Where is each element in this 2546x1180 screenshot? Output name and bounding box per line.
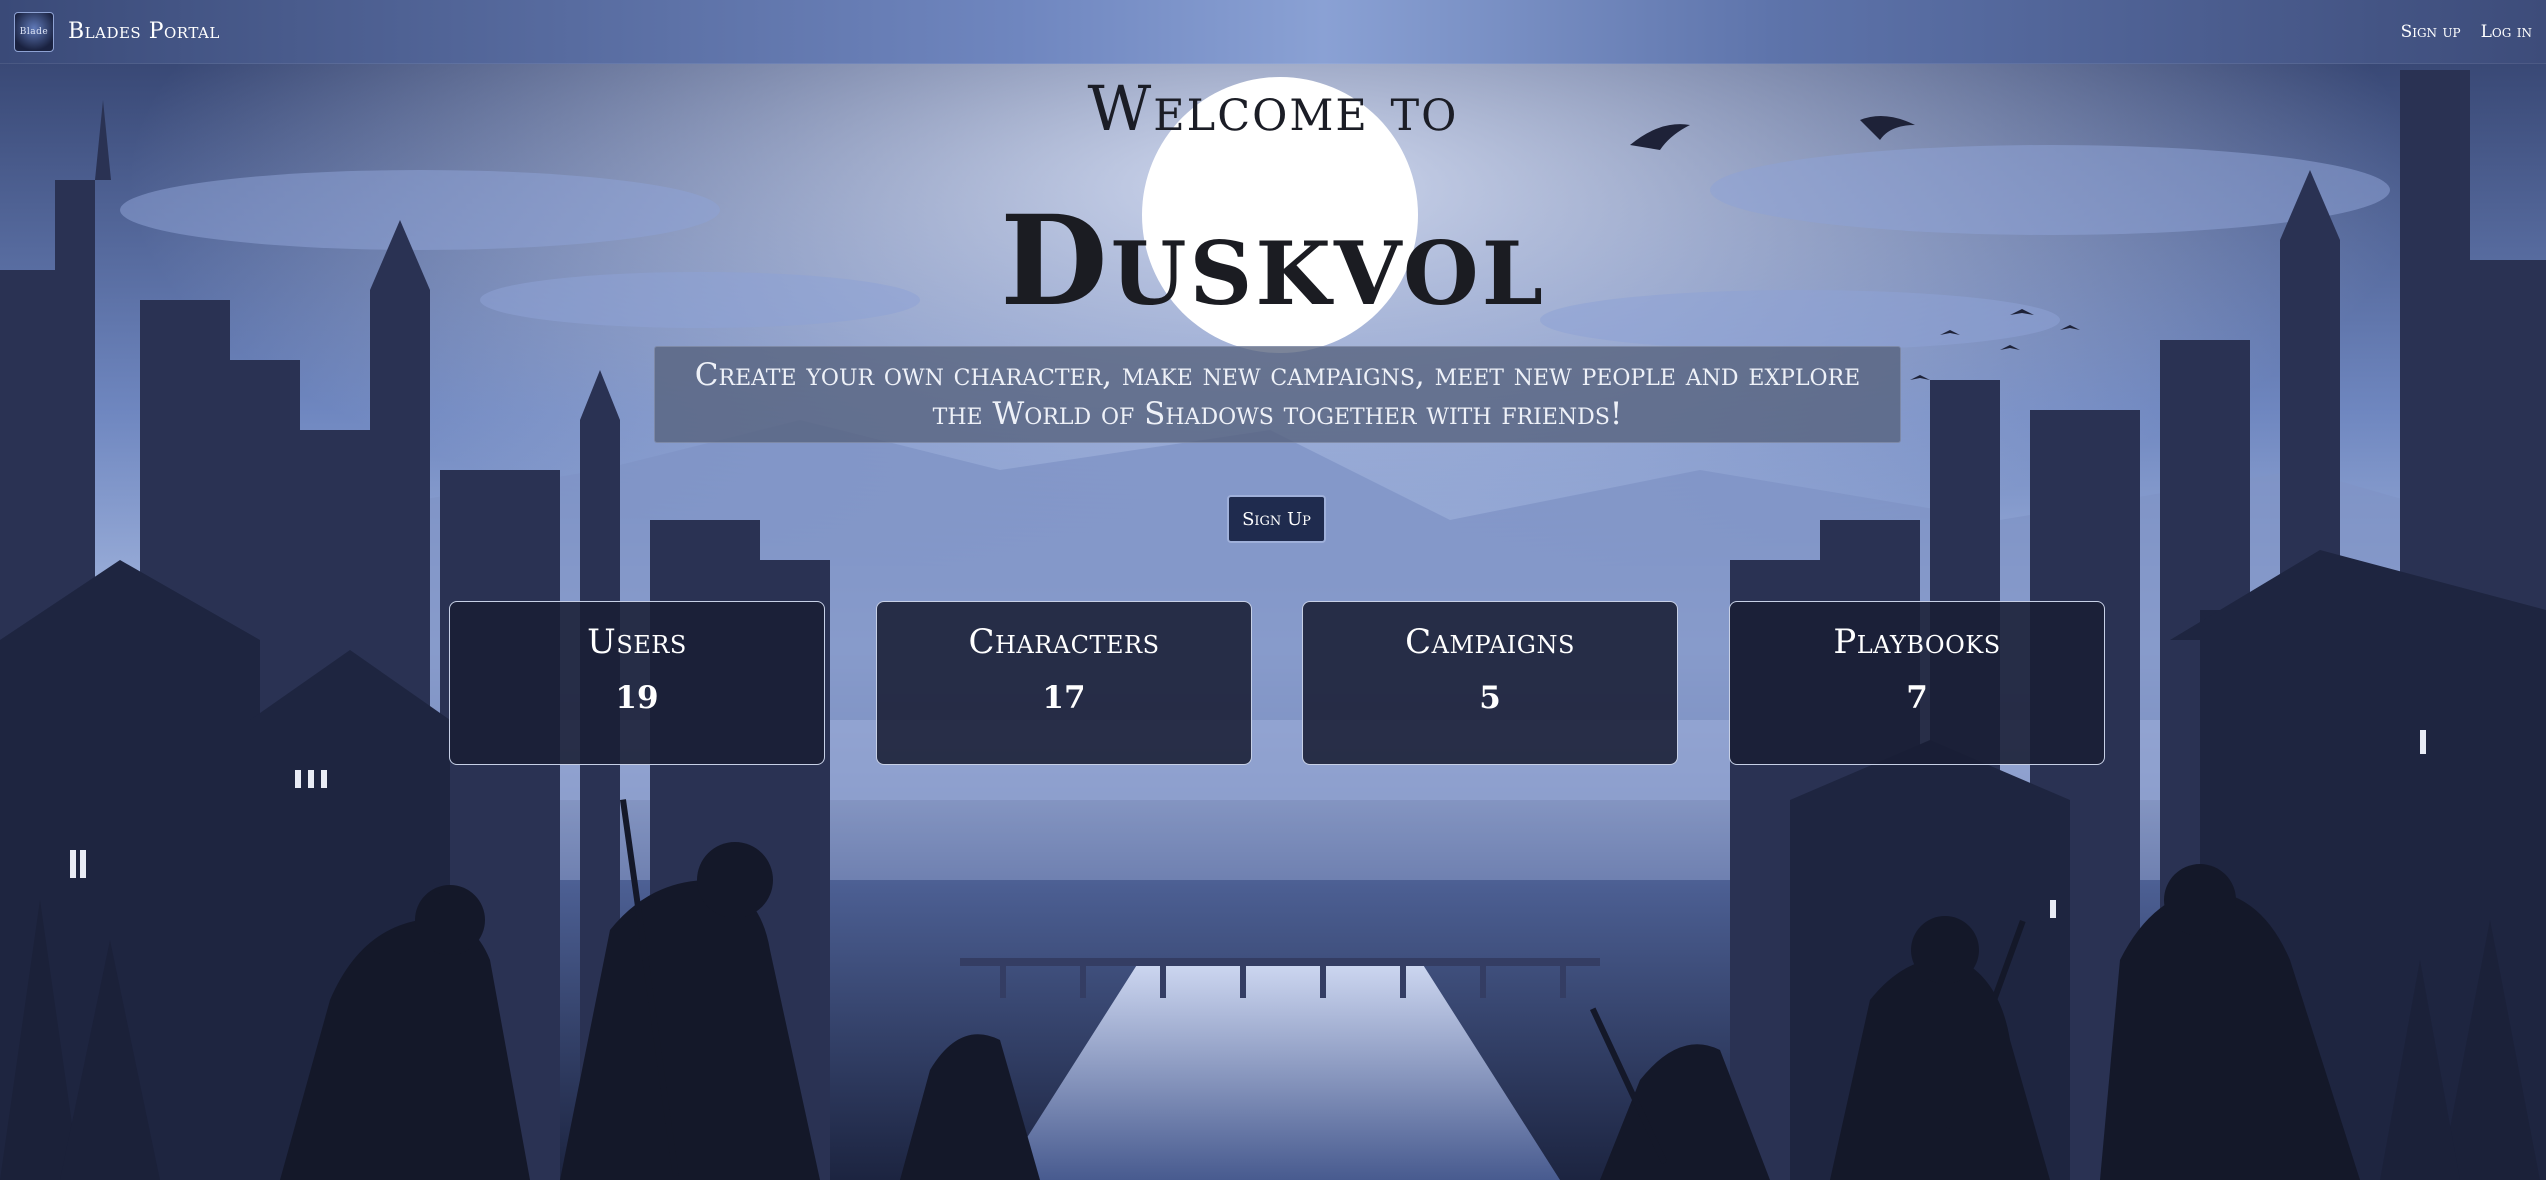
stat-value: 5 xyxy=(1479,680,1501,716)
top-navbar: Blade Blades Portal Sign up Log in xyxy=(0,0,2546,64)
stat-label: Characters xyxy=(968,622,1160,662)
stat-label: Campaigns xyxy=(1405,622,1575,662)
brand-home-link[interactable]: Blade Blades Portal xyxy=(14,11,220,52)
stat-label: Playbooks xyxy=(1833,622,2001,662)
stat-value: 7 xyxy=(1906,680,1928,716)
stat-card-playbooks: Playbooks 7 xyxy=(1729,601,2105,765)
nav-login-link[interactable]: Log in xyxy=(2481,22,2532,42)
hero-welcome-text: Welcome to xyxy=(1087,72,1459,145)
hero-title: Duskvol xyxy=(1000,189,1546,334)
stat-card-characters: Characters 17 xyxy=(876,601,1252,765)
stat-value: 19 xyxy=(615,680,659,716)
stat-value: 17 xyxy=(1042,680,1086,716)
blades-logo-icon: Blade xyxy=(14,11,54,52)
background-illustration xyxy=(0,0,2546,1180)
stat-card-campaigns: Campaigns 5 xyxy=(1302,601,1678,765)
hero-tagline: Create your own character, make new camp… xyxy=(654,346,1901,443)
nav-auth-links: Sign up Log in xyxy=(2401,22,2532,42)
stat-card-users: Users 19 xyxy=(449,601,825,765)
nav-signup-link[interactable]: Sign up xyxy=(2401,22,2461,42)
stat-label: Users xyxy=(587,622,687,662)
hero-signup-button[interactable]: Sign Up xyxy=(1227,495,1326,543)
brand-name: Blades Portal xyxy=(68,19,220,44)
